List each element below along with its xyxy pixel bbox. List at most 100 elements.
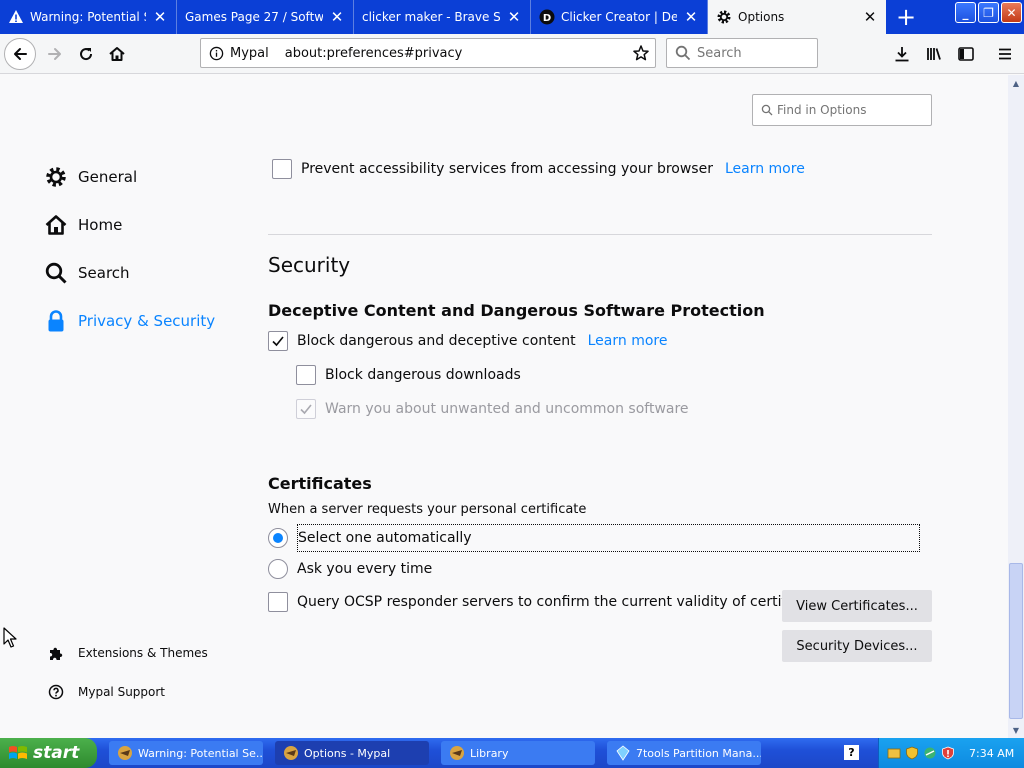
security-alert-icon[interactable] <box>941 746 955 760</box>
url-text[interactable]: about:preferences#privacy <box>285 46 627 61</box>
taskbar-item-label: 7tools Partition Mana... <box>636 746 761 760</box>
find-in-options[interactable] <box>752 94 932 126</box>
tab-devpost[interactable]: D Clicker Creator | Devpo ✕ <box>531 0 708 34</box>
view-certificates-button[interactable]: View Certificates... <box>782 590 932 622</box>
tab-title: Games Page 27 / Software D <box>185 10 323 24</box>
reload-icon <box>80 48 93 61</box>
tab-title: Options <box>738 10 785 24</box>
preferences-page: General Home Search Privacy & Security <box>0 75 1008 738</box>
gear-icon <box>716 9 732 25</box>
downloads-button[interactable] <box>887 39 917 69</box>
accessibility-checkbox[interactable] <box>272 159 292 179</box>
sidebar-footer: Extensions & Themes Mypal Support <box>48 633 208 711</box>
forward-arrow-icon <box>48 48 61 60</box>
network-icon[interactable] <box>923 746 937 760</box>
close-icon[interactable]: ✕ <box>683 8 699 26</box>
cert-ask-radio[interactable] <box>268 559 288 579</box>
tab-warning[interactable]: Warning: Potential Secu ✕ <box>0 0 177 34</box>
deceptive-learn-more-link[interactable]: Learn more <box>588 333 668 349</box>
certificates-description: When a server requests your personal cer… <box>268 502 587 517</box>
bookmark-star-icon[interactable] <box>627 44 655 62</box>
accessibility-label: Prevent accessibility services from acce… <box>301 161 713 177</box>
block-downloads-label: Block dangerous downloads <box>325 367 521 383</box>
home-button[interactable] <box>102 39 132 69</box>
mypal-app-icon <box>450 746 464 760</box>
close-icon[interactable]: ✕ <box>862 8 878 26</box>
sidebar-item-general[interactable]: General <box>44 153 215 201</box>
close-window-button[interactable]: ✕ <box>1001 2 1022 23</box>
accessibility-learn-more-link[interactable]: Learn more <box>725 161 805 177</box>
sidebar-item-privacy-security[interactable]: Privacy & Security <box>44 297 215 345</box>
cert-auto-radio[interactable] <box>268 528 288 548</box>
shield-icon[interactable] <box>905 746 919 760</box>
site-identity[interactable]: Mypal <box>201 46 269 61</box>
windows-taskbar: start Warning: Potential Se... Options -… <box>0 738 1024 768</box>
hamburger-menu-icon <box>999 48 1011 60</box>
ocsp-checkbox[interactable] <box>268 592 288 612</box>
system-tray: 7:34 AM <box>878 738 1024 768</box>
sidebar-item-home[interactable]: Home <box>44 201 215 249</box>
sidebar-item-extensions-themes[interactable]: Extensions & Themes <box>48 633 208 672</box>
start-button[interactable]: start <box>0 738 97 768</box>
reload-button[interactable] <box>71 39 101 69</box>
vertical-scrollbar[interactable]: ▲ ▼ <box>1008 75 1024 738</box>
close-icon[interactable]: ✕ <box>329 8 345 26</box>
search-bar[interactable] <box>666 38 818 68</box>
mypal-app-icon <box>118 746 132 760</box>
navigation-toolbar: Mypal about:preferences#privacy <box>0 34 1024 74</box>
back-arrow-icon <box>14 48 27 60</box>
taskbar-item-library[interactable]: Library <box>441 741 595 765</box>
scroll-down-arrow-icon[interactable]: ▼ <box>1008 722 1024 738</box>
menu-button[interactable] <box>990 39 1020 69</box>
sidebar-item-support[interactable]: Mypal Support <box>48 672 208 711</box>
windows-flag-icon <box>9 746 27 759</box>
security-devices-button[interactable]: Security Devices... <box>782 630 932 662</box>
accessibility-row: Prevent accessibility services from acce… <box>272 159 805 179</box>
sidebar-toggle-button[interactable] <box>951 39 981 69</box>
forward-button[interactable] <box>40 39 70 69</box>
find-in-options-input[interactable] <box>777 103 927 117</box>
taskbar-item-partition[interactable]: 7tools Partition Mana... <box>607 741 761 765</box>
clock: 7:34 AM <box>969 746 1015 760</box>
category-sidebar: General Home Search Privacy & Security <box>44 153 215 345</box>
warn-unwanted-label: Warn you about unwanted and uncommon sof… <box>325 401 689 417</box>
close-icon[interactable]: ✕ <box>506 8 522 26</box>
tray-app-icon[interactable] <box>887 746 901 760</box>
minimize-button[interactable]: _ <box>955 2 976 23</box>
tab-strip: Warning: Potential Secu ✕ Games Page 27 … <box>0 0 1024 34</box>
close-icon[interactable]: ✕ <box>152 8 168 26</box>
info-icon <box>209 46 224 60</box>
block-downloads-checkbox[interactable] <box>296 365 316 385</box>
library-button[interactable] <box>919 39 949 69</box>
maximize-button[interactable]: ❐ <box>978 2 999 23</box>
download-icon <box>895 47 909 62</box>
sidebar-item-search[interactable]: Search <box>44 249 215 297</box>
devpost-icon: D <box>539 9 555 25</box>
search-input[interactable] <box>697 45 807 61</box>
scrollbar-thumb[interactable] <box>1009 563 1023 719</box>
partition-tool-icon <box>616 745 630 761</box>
warn-unwanted-row: Warn you about unwanted and uncommon sof… <box>296 399 689 419</box>
taskbar-item-warning[interactable]: Warning: Potential Se... <box>109 741 263 765</box>
tab-options[interactable]: Options ✕ <box>708 0 886 34</box>
sidebar-footer-label: Mypal Support <box>78 684 166 699</box>
taskbar-item-label: Warning: Potential Se... <box>138 746 263 760</box>
sidebar-item-label: General <box>78 168 138 186</box>
cert-ask-label[interactable]: Ask you every time <box>297 561 432 577</box>
tab-games[interactable]: Games Page 27 / Software D ✕ <box>177 0 354 34</box>
home-icon <box>44 213 68 237</box>
home-icon <box>109 47 125 61</box>
scroll-up-arrow-icon[interactable]: ▲ <box>1008 75 1024 91</box>
warn-unwanted-checkbox[interactable] <box>296 399 316 419</box>
help-icon <box>48 684 64 700</box>
cert-auto-label[interactable]: Select one automatically <box>297 524 920 552</box>
mouse-cursor-icon <box>3 627 17 653</box>
help-icon[interactable]: ? <box>844 745 859 760</box>
new-tab-button[interactable]: + <box>886 0 926 34</box>
tab-clicker-search[interactable]: clicker maker - Brave Search ✕ <box>354 0 531 34</box>
url-bar[interactable]: Mypal about:preferences#privacy <box>200 38 656 68</box>
taskbar-item-options[interactable]: Options - Mypal <box>275 741 429 765</box>
cert-ask-row: Ask you every time <box>268 559 432 579</box>
back-button[interactable] <box>4 38 36 70</box>
block-content-checkbox[interactable] <box>268 331 288 351</box>
